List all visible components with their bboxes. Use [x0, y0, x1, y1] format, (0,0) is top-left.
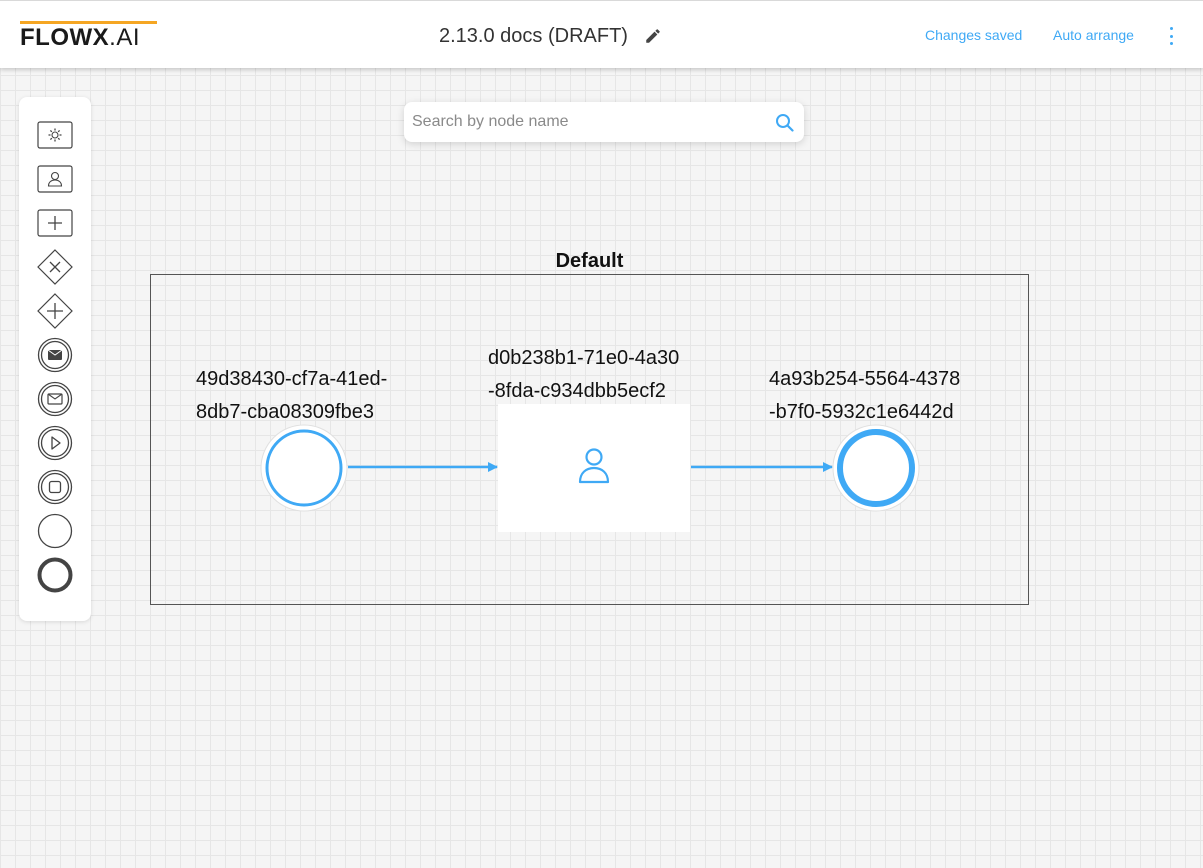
task-node-label-line1: d0b238b1-71e0-4a30 — [488, 347, 680, 369]
search-input[interactable] — [404, 102, 764, 142]
exclusive-gateway-icon[interactable] — [37, 249, 73, 285]
subprocess-icon[interactable] — [37, 205, 73, 241]
logo-bold-text: FLOWX — [20, 24, 110, 51]
message-send-icon[interactable] — [37, 337, 73, 373]
user-task-icon[interactable] — [37, 161, 73, 197]
auto-arrange-button[interactable]: Auto arrange — [1053, 27, 1134, 43]
flowx-logo: FLOWX.AI — [20, 21, 160, 51]
process-title: 2.13.0 docs (DRAFT) — [439, 24, 628, 47]
start-subprocess-icon[interactable] — [37, 425, 73, 461]
end-event-node[interactable] — [832, 424, 920, 512]
end-subprocess-icon[interactable] — [37, 469, 73, 505]
pencil-icon[interactable] — [642, 25, 664, 47]
gear-icon[interactable] — [37, 117, 73, 153]
end-node-label-line1: 4a93b254-5564-4378 — [769, 368, 961, 390]
logo-text: FLOWX.AI — [20, 26, 140, 50]
kebab-menu-icon[interactable] — [1161, 25, 1181, 47]
message-receive-icon[interactable] — [37, 381, 73, 417]
swimlane-title: Default — [555, 250, 624, 272]
start-event-icon[interactable] — [37, 513, 73, 549]
end-event-icon[interactable] — [37, 557, 73, 593]
node-palette — [19, 97, 91, 621]
node-search — [404, 102, 804, 142]
task-node-label: d0b238b1-71e0-4a30 -8fda-c934dbb5ecf2 — [488, 342, 679, 408]
search-icon[interactable] — [774, 112, 796, 134]
process-title-area: 2.13.0 docs (DRAFT) — [439, 23, 664, 49]
end-node-label: 4a93b254-5564-4378 -b7f0-5932c1e6442d — [769, 363, 960, 429]
start-node-label: 49d38430-cf7a-41ed- 8db7-cba08309fbe3 — [196, 363, 387, 429]
parallel-gateway-icon[interactable] — [37, 293, 73, 329]
user-task-node[interactable] — [498, 404, 690, 532]
save-status: Changes saved — [925, 27, 1023, 43]
app-header: FLOWX.AI 2.13.0 docs (DRAFT) Changes sav… — [0, 0, 1203, 68]
start-event-node[interactable] — [260, 424, 348, 512]
user-icon — [577, 447, 611, 490]
logo-light-text: .AI — [109, 24, 140, 51]
start-node-label-line1: 49d38430-cf7a-41ed- — [196, 368, 388, 390]
